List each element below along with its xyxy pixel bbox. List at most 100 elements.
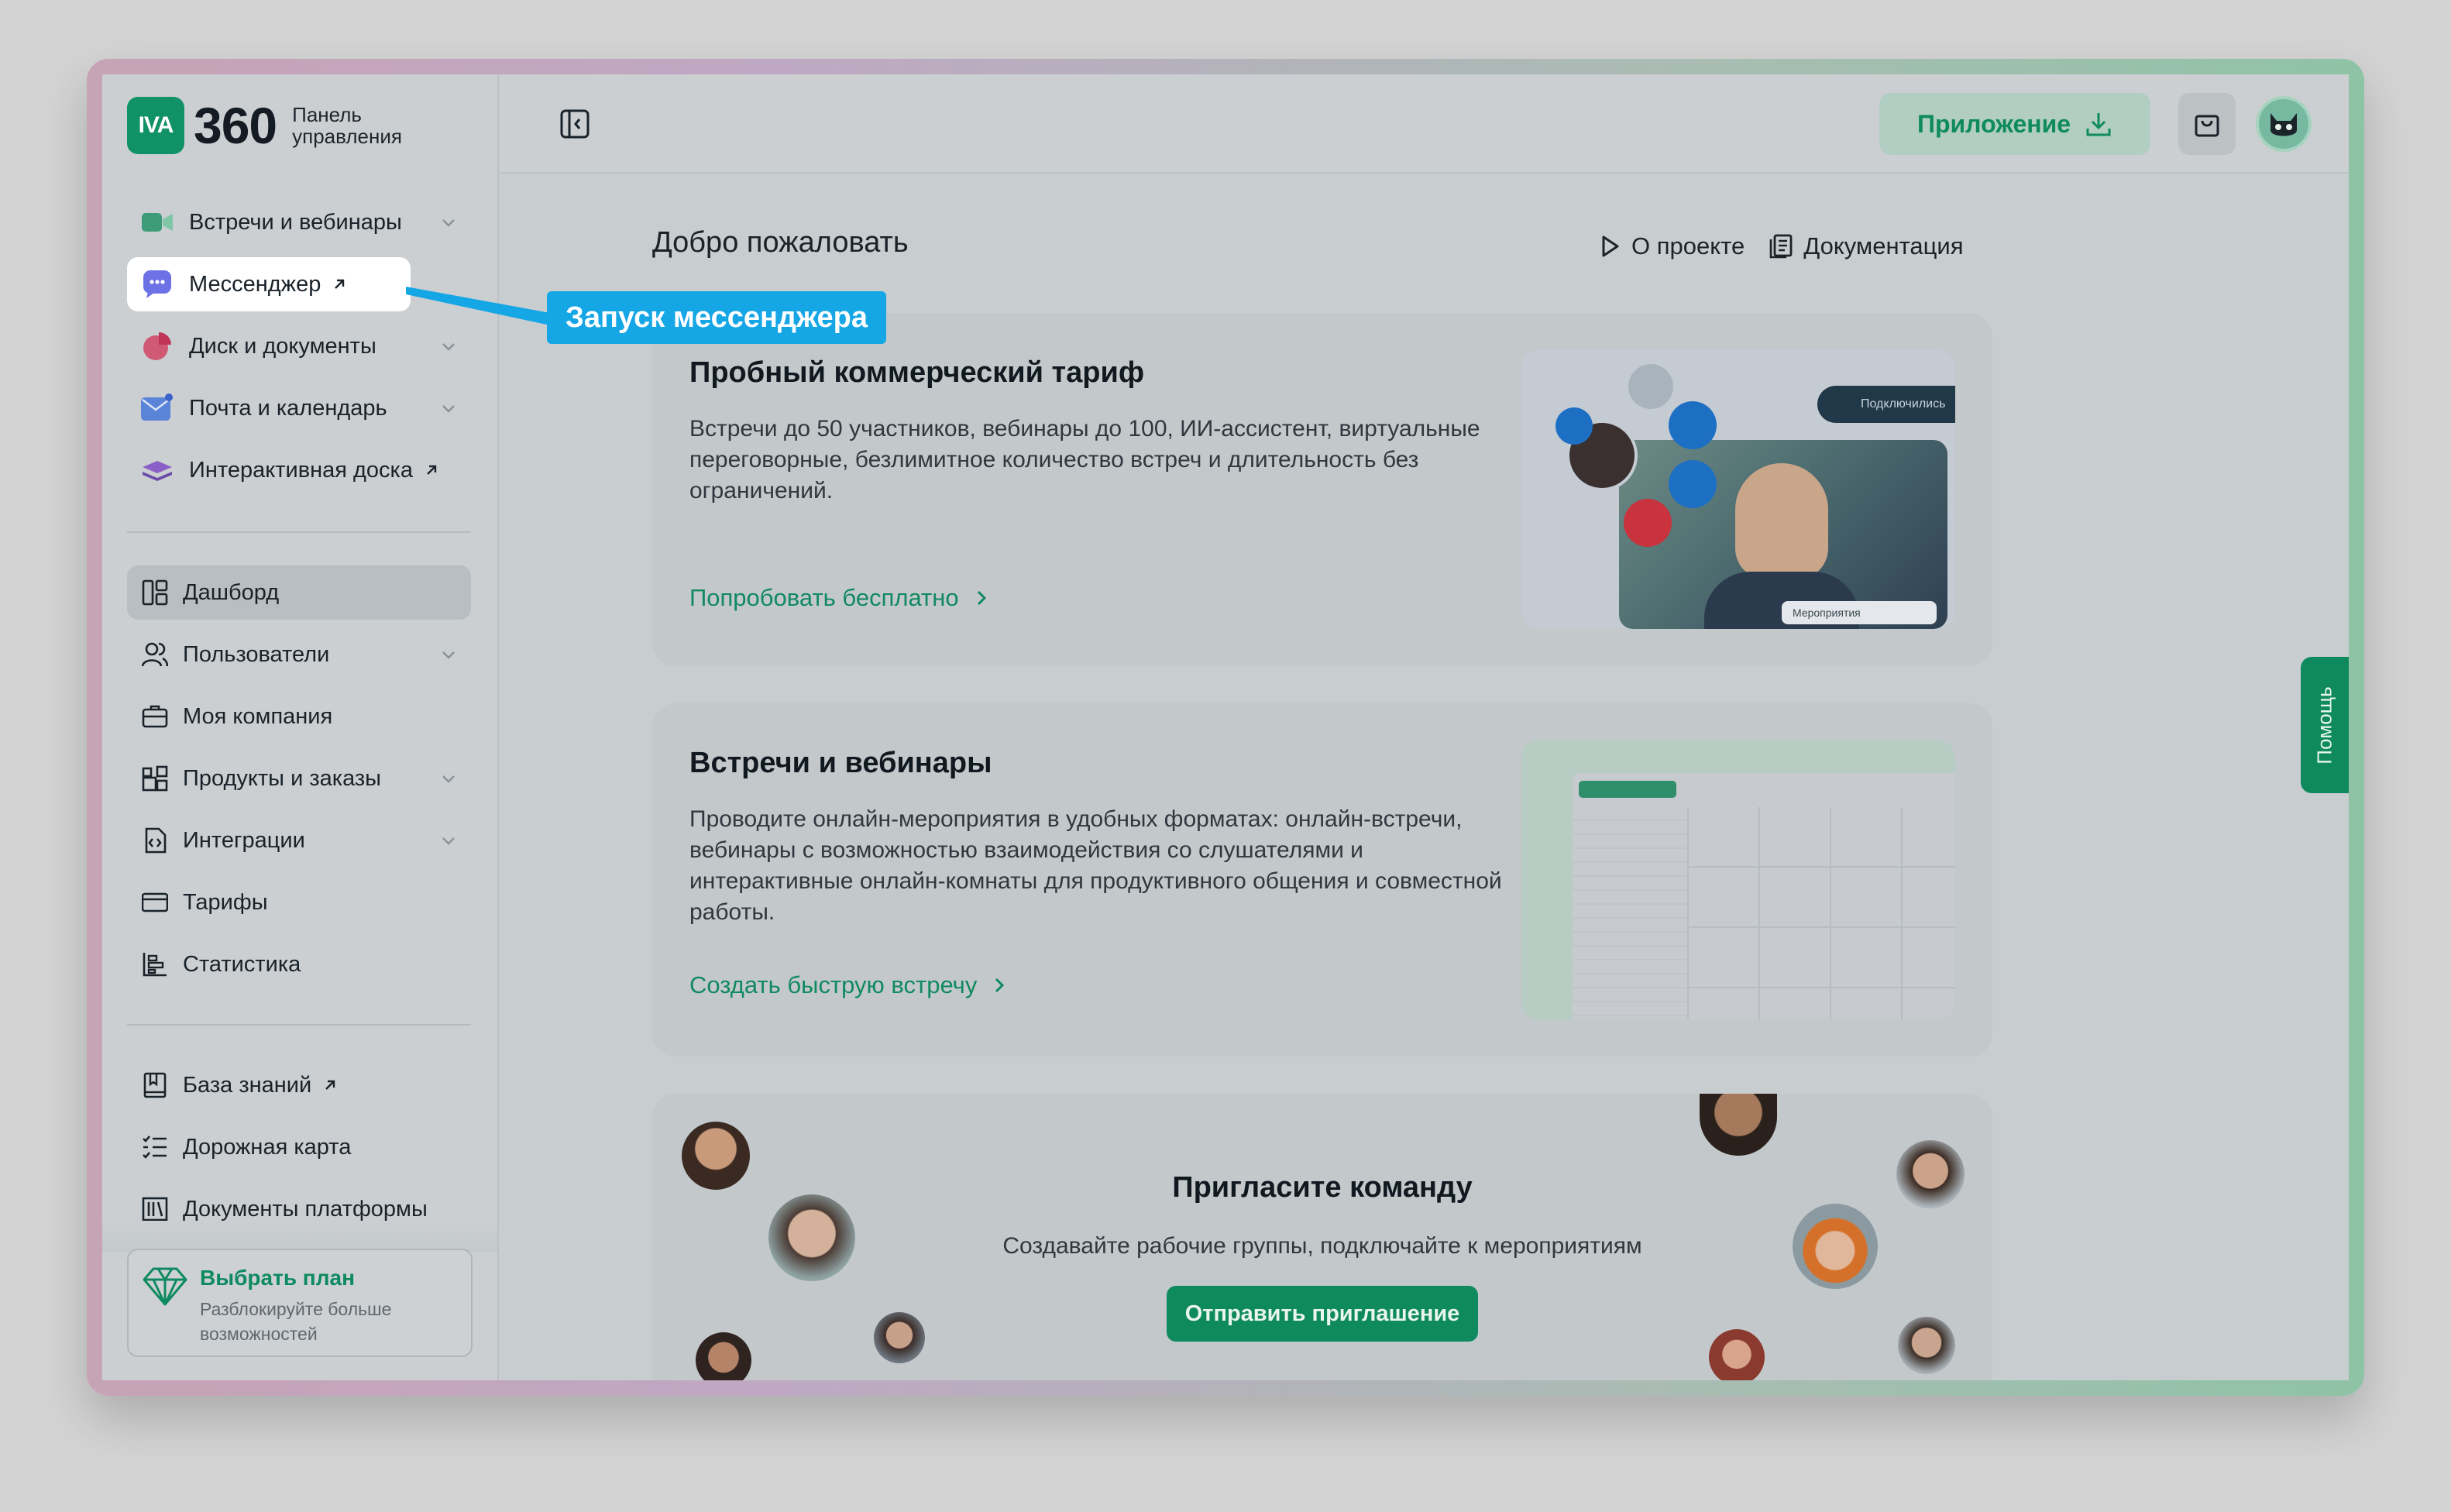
trial-card-text: Встречи до 50 участников, вебинары до 10… (689, 416, 1480, 503)
video-call-illustration: Подключились Мероприятия (1521, 350, 1955, 629)
sidebar-item-label: Дорожная карта (183, 1134, 352, 1160)
sidebar-item-users[interactable]: Пользователи (127, 627, 471, 682)
team-avatar (874, 1312, 925, 1363)
pie-chart-icon (141, 330, 174, 363)
sidebar-item-messenger[interactable]: Мессенджер (127, 257, 411, 311)
choose-plan-card[interactable]: Выбрать план Разблокируйте больше возмож… (127, 1249, 473, 1357)
fullscreen-icon (1628, 364, 1673, 409)
create-meeting-link[interactable]: Создать быструю встречу (689, 971, 1005, 999)
sidebar-item-company[interactable]: Моя компания (127, 689, 471, 744)
plan-subtitle: Разблокируйте больше возможностей (200, 1299, 392, 1344)
tooltip-pointer (406, 287, 550, 325)
meetings-card-text: Проводите онлайн-мероприятия в удобных ф… (689, 806, 1502, 925)
header-links: О проекте Документация (1600, 232, 1989, 260)
page-title: Добро пожаловать (652, 226, 909, 259)
credit-card-icon (141, 886, 169, 919)
joined-badge: Подключились (1817, 386, 1955, 423)
plan-title: Выбрать план (200, 1266, 355, 1290)
calendar-illustration (1521, 741, 1955, 1019)
sidebar-item-label: Моя компания (183, 703, 333, 729)
team-avatar (682, 1122, 750, 1190)
sidebar-collapse-icon[interactable] (559, 108, 590, 139)
meetings-card-title: Встречи и вебинары (689, 747, 992, 779)
sidebar-item-label: Документы платформы (183, 1196, 428, 1222)
external-link-icon (325, 1080, 335, 1090)
chat-bubble-icon (141, 268, 174, 301)
sidebar-divider (127, 531, 471, 533)
sidebar-item-label: Диск и документы (189, 333, 376, 359)
apps-grid-icon (141, 762, 169, 795)
sidebar: IVA 360 Панель управления Встречи и веби… (102, 74, 499, 1380)
cat-avatar-icon (2271, 113, 2297, 136)
send-invite-button[interactable]: Отправить приглашение (1167, 1286, 1478, 1342)
app-window: IVA 360 Панель управления Встречи и веби… (102, 74, 2349, 1380)
help-tab[interactable]: Помощь (2301, 657, 2349, 793)
checklist-icon (141, 1131, 169, 1163)
chevron-right-icon (995, 978, 1005, 993)
external-link-icon (427, 465, 437, 475)
sidebar-item-label: Интерактивная доска (189, 457, 414, 483)
video-camera-icon (141, 206, 174, 239)
team-avatar (1700, 1094, 1777, 1156)
team-avatar (1793, 1204, 1878, 1289)
events-tag: Мероприятия (1782, 601, 1937, 624)
team-avatar (768, 1194, 855, 1281)
users-icon (141, 638, 169, 671)
microphone-icon (1669, 401, 1717, 449)
cart-button[interactable] (2178, 93, 2236, 155)
envelope-icon (141, 392, 174, 424)
sidebar-item-products[interactable]: Продукты и заказы (127, 751, 471, 806)
sidebar-item-knowledge-base[interactable]: База знаний (127, 1058, 471, 1112)
sidebar-item-integrations[interactable]: Интеграции (127, 813, 471, 868)
sidebar-item-roadmap[interactable]: Дорожная карта (127, 1120, 471, 1174)
chevron-down-icon (442, 775, 455, 783)
chevron-down-icon (442, 219, 455, 227)
sidebar-item-label: Дашборд (183, 579, 280, 605)
book-icon (141, 1069, 169, 1101)
download-app-label: Приложение (1916, 109, 2071, 138)
team-avatar (696, 1332, 751, 1380)
play-icon (1602, 235, 1619, 257)
team-avatar (1898, 1317, 1955, 1374)
meetings-card: Встречи и вебинары Проводите онлайн-меро… (652, 703, 1992, 1057)
sidebar-item-label: Статистика (183, 951, 301, 977)
trial-card: Пробный коммерческий тариф Встречи до 50… (652, 313, 1992, 666)
stats-icon (141, 948, 169, 981)
chevron-down-icon (442, 405, 455, 413)
documents-icon (1769, 234, 1793, 259)
messenger-launch-tooltip: Запуск мессенджера (547, 291, 886, 344)
dashboard-icon (141, 576, 169, 609)
briefcase-icon (141, 700, 169, 733)
hang-up-icon (1624, 499, 1672, 547)
sidebar-item-dashboard[interactable]: Дашборд (127, 565, 471, 620)
try-free-link[interactable]: Попробовать бесплатно (689, 584, 987, 612)
sidebar-item-mail[interactable]: Почта и календарь (127, 381, 471, 435)
team-avatar (1709, 1329, 1765, 1380)
code-file-icon (141, 824, 169, 857)
invite-team-card: Пригласите команду Создавайте рабочие гр… (652, 1094, 1992, 1380)
logo[interactable]: IVA 360 Панель управления (127, 96, 402, 155)
sidebar-item-whiteboard[interactable]: Интерактивная доска (127, 443, 471, 497)
about-link[interactable]: О проекте (1600, 232, 1745, 260)
chevron-down-icon (442, 837, 455, 845)
sidebar-item-label: База знаний (183, 1072, 312, 1098)
docs-link[interactable]: Документация (1769, 232, 1964, 260)
sidebar-item-meetings[interactable]: Встречи и вебинары (127, 195, 471, 249)
camera-toggle-icon (1669, 460, 1717, 508)
top-bar: Приложение (500, 74, 2349, 174)
sidebar-item-statistics[interactable]: Статистика (127, 937, 471, 991)
team-avatar (1896, 1140, 1965, 1208)
logo-number: 360 (194, 97, 277, 154)
sidebar-item-label: Почта и календарь (189, 395, 387, 421)
sidebar-item-label: Интеграции (183, 827, 305, 853)
download-app-button[interactable]: Приложение (1879, 93, 2150, 155)
shopping-bag-icon (2195, 115, 2219, 137)
user-avatar[interactable] (2256, 96, 2312, 152)
external-link-icon (335, 279, 345, 289)
chevron-down-icon (442, 343, 455, 351)
sidebar-item-label: Пользователи (183, 641, 330, 667)
sidebar-item-tariffs[interactable]: Тарифы (127, 875, 471, 930)
download-icon (2086, 113, 2111, 136)
logo-subtitle: Панель управления (292, 103, 402, 148)
logo-badge: IVA (127, 97, 184, 154)
